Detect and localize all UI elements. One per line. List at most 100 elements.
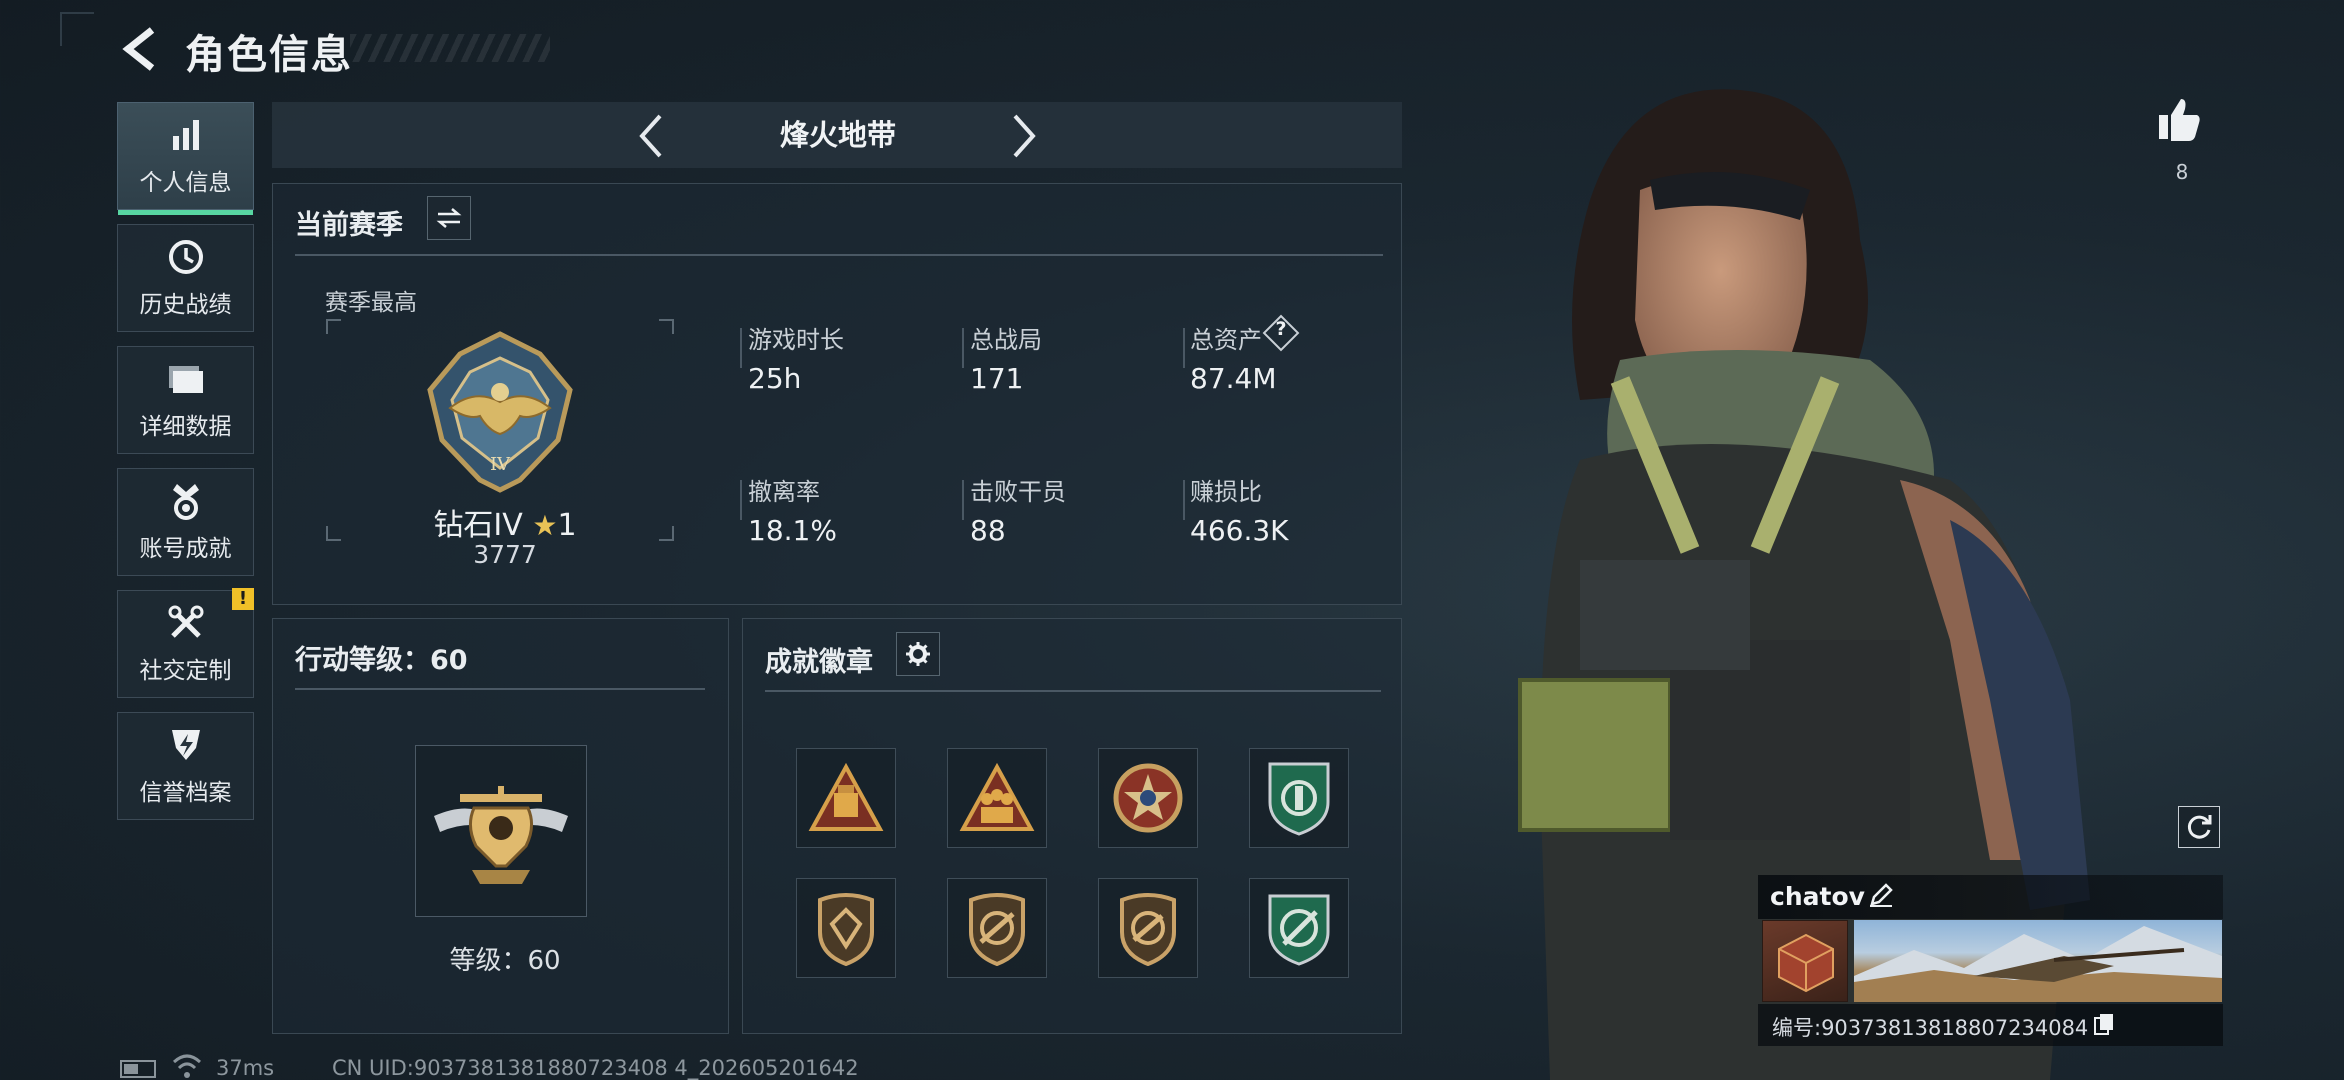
star-seal-badge-icon (1113, 763, 1183, 833)
medal-icon (166, 481, 206, 521)
gear-icon (906, 642, 930, 666)
green-shield-badge-icon (1268, 762, 1330, 836)
help-icon: ? (1275, 318, 1287, 340)
stat-label: 击败干员 (970, 478, 1066, 506)
rifle-shield-badge-icon (969, 893, 1025, 966)
sidebar-item-match-history[interactable]: 历史战绩 (117, 224, 254, 332)
corner-decoration (60, 12, 94, 46)
stat-value: 25h (748, 362, 802, 395)
svg-text:IV: IV (490, 454, 511, 475)
rotate-model-button[interactable] (2178, 806, 2220, 848)
uid-footer: CN UID:9037381381880723408 4_20260520164… (332, 1056, 859, 1080)
rank-score: 3777 (473, 540, 537, 569)
achievement-badge[interactable] (947, 878, 1047, 978)
title-stripe-decoration (350, 34, 550, 62)
rank-stars: 1 (557, 508, 577, 543)
edit-name-button[interactable] (1868, 882, 1894, 908)
green-emblem-badge-icon (1268, 894, 1330, 966)
stat-value: 18.1% (748, 514, 837, 547)
sidebar-item-label: 个人信息 (139, 170, 232, 196)
player-name: chatov (1770, 882, 1865, 911)
season-title: 当前赛季 (295, 210, 403, 241)
mode-prev-button[interactable] (630, 108, 670, 164)
achievement-badge[interactable] (796, 748, 896, 848)
divider (295, 688, 705, 690)
sidebar-item-label: 历史战绩 (139, 292, 232, 318)
mode-title: 烽火地带 (779, 118, 896, 152)
wifi-icon (172, 1052, 202, 1080)
back-button[interactable] (118, 24, 160, 74)
sidebar-item-label: 信誉档案 (139, 780, 232, 806)
level-emblem-frame (415, 745, 587, 917)
crate-avatar-icon (1778, 933, 1834, 993)
level-title: 行动等级：60 (295, 645, 468, 676)
stat-value: 88 (970, 514, 1006, 547)
achievement-badge[interactable] (1249, 878, 1349, 978)
chevron-right-icon (1013, 114, 1036, 158)
sidebar-item-reputation[interactable]: 信誉档案 (117, 712, 254, 820)
like-count: 8 (2175, 160, 2189, 184)
stat-value: 466.3K (1190, 514, 1289, 547)
pistol-shield-badge-icon (1120, 893, 1176, 966)
alert-badge: ! (232, 588, 254, 610)
stat-separator (962, 328, 964, 368)
stat-separator (740, 328, 742, 368)
sidebar-item-achievements[interactable]: 账号成就 (117, 468, 254, 576)
achievement-badge[interactable] (947, 748, 1047, 848)
season-best-label: 赛季最高 (325, 290, 417, 316)
stat-label: 总战局 (970, 326, 1042, 354)
ping-value: 37ms (216, 1056, 275, 1080)
rank-emblem-icon: IV (420, 330, 580, 495)
tools-icon (166, 603, 206, 643)
triangle-crate-badge-icon (808, 763, 884, 831)
stat-value: 87.4M (1190, 362, 1277, 395)
like-button[interactable] (2155, 95, 2205, 145)
stat-label: 游戏时长 (748, 326, 844, 354)
sidebar-item-personal-info[interactable]: 个人信息 (117, 102, 254, 215)
pencil-icon (1870, 883, 1893, 907)
divider (295, 254, 1383, 256)
level-emblem-icon (434, 786, 568, 884)
bronze-shield-badge-icon (818, 893, 874, 966)
stat-separator (740, 480, 742, 520)
sidebar-item-label: 详细数据 (139, 414, 232, 440)
stat-label: 撤离率 (748, 478, 820, 506)
season-switch-button[interactable] (427, 196, 471, 240)
folder-icon (166, 359, 206, 399)
sidebar-item-detailed-data[interactable]: 详细数据 (117, 346, 254, 454)
page-title: 角色信息 (185, 32, 353, 78)
history-clock-icon (166, 237, 206, 277)
divider (765, 690, 1381, 692)
player-id: 编号:9037381381880723408​4 (1772, 1016, 2089, 1040)
achievements-settings-button[interactable] (896, 632, 940, 676)
star-icon: ★ (532, 509, 558, 542)
mountain-sniper-banner-image (1854, 926, 2222, 1002)
stat-label: 赚损比 (1190, 478, 1262, 506)
triangle-squad-badge-icon (959, 763, 1035, 831)
achievement-badge[interactable] (1098, 748, 1198, 848)
refresh-icon (2187, 815, 2212, 839)
stat-separator (1183, 480, 1185, 520)
sidebar-item-label: 账号成就 (139, 536, 232, 562)
stat-separator (962, 480, 964, 520)
copy-id-button[interactable] (2093, 1012, 2115, 1036)
swap-icon (436, 208, 462, 228)
rank-name: 钻石IV ★1 (433, 508, 577, 543)
achievement-badge[interactable] (1249, 748, 1349, 848)
mode-next-button[interactable] (1005, 108, 1045, 164)
stat-value: 171 (970, 362, 1024, 395)
level-label: 等级：60 (449, 946, 561, 976)
stat-label: 总资产 (1190, 326, 1262, 354)
achievements-title: 成就徽章 (765, 647, 873, 678)
thumbs-up-icon (2159, 99, 2200, 141)
player-card-avatar[interactable] (1762, 920, 1848, 1002)
achievement-badge[interactable] (1098, 878, 1198, 978)
achievement-badge[interactable] (796, 878, 896, 978)
stat-separator (1183, 328, 1185, 368)
bar-chart-icon (166, 115, 206, 155)
shield-bolt-icon (166, 725, 206, 765)
chevron-left-icon (639, 114, 662, 158)
sidebar-item-label: 社交定制 (139, 658, 232, 684)
player-card-banner[interactable] (1854, 920, 2222, 1002)
back-arrow-icon (122, 27, 155, 71)
